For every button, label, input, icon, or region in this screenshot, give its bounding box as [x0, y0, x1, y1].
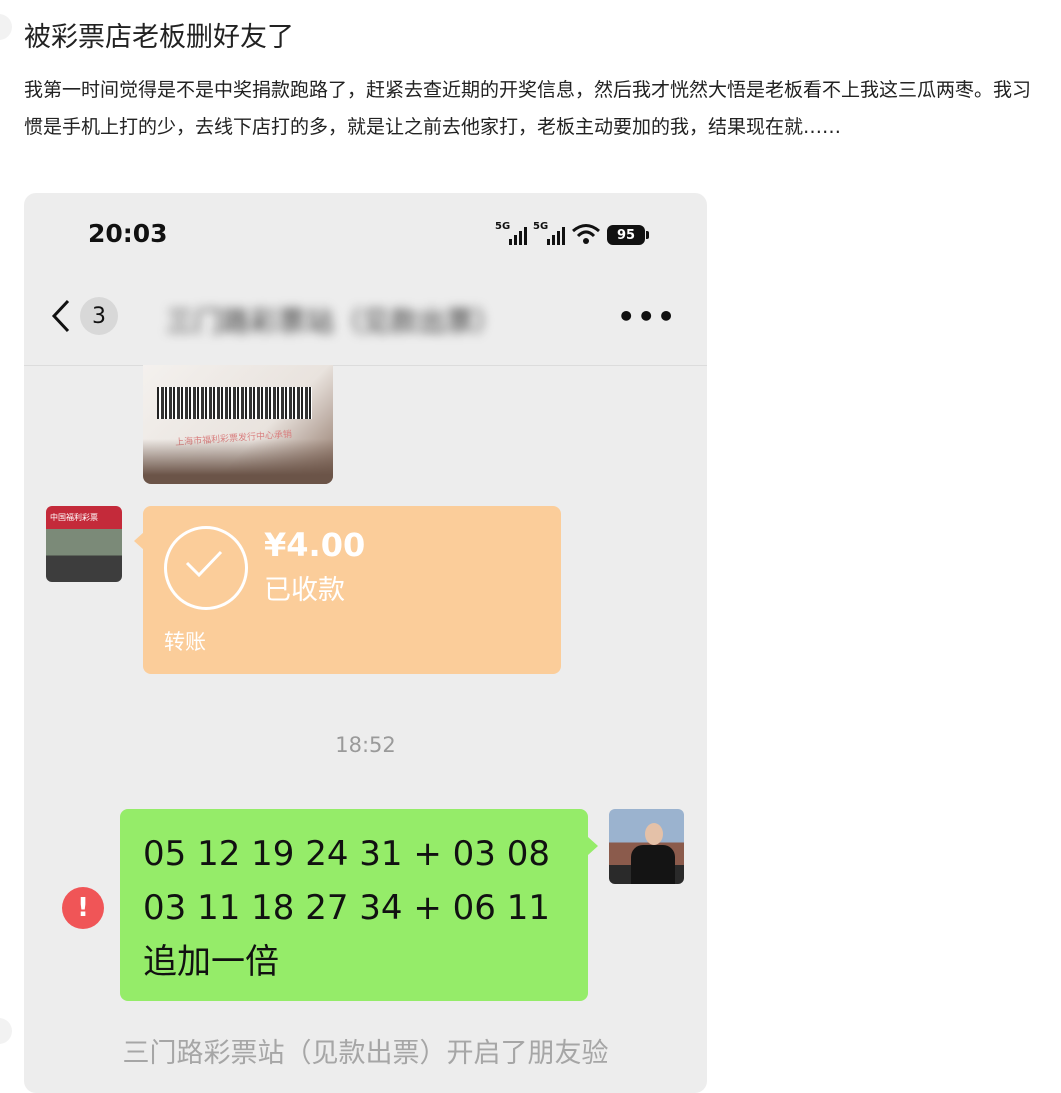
status-time: 20:03: [88, 219, 168, 248]
my-message-text: 05 12 19 24 31 + 03 08 03 11 18 27 34 + …: [143, 834, 550, 982]
system-notice: 三门路彩票站（见款出票）开启了朋友验: [122, 1038, 609, 1069]
message-timestamp: 18:52: [335, 733, 396, 757]
transfer-message[interactable]: ¥4.00 已收款 转账: [134, 506, 561, 674]
barcode: [157, 387, 312, 419]
chat-title: 三门路彩票站（见款出票）: [166, 305, 503, 338]
battery-icon: 95: [607, 225, 649, 245]
my-message-bubble[interactable]: 05 12 19 24 31 + 03 08 03 11 18 27 34 + …: [120, 809, 598, 1001]
post-title: 被彩票店老板删好友了: [24, 22, 294, 53]
unread-count-badge: 3: [80, 297, 118, 335]
edge-avatar-fragment-bottom: [0, 1018, 12, 1044]
chat-nav-bar: 3 三门路彩票站（见款出票） •••: [24, 273, 707, 366]
my-avatar[interactable]: [609, 809, 684, 884]
transfer-status: 已收款: [264, 575, 345, 606]
post-body: 我第一时间觉得是不是中奖捐款跑路了，赶紧去查近期的开奖信息，然后我才恍然大悟是老…: [24, 79, 1032, 138]
chat-screenshot: 20:03 5G 5G 95 3 三门路彩票站（见款出票） ••• 中国福利彩票…: [24, 193, 707, 1093]
hand-shadow: [143, 439, 333, 484]
chevron-left-icon: [51, 299, 70, 333]
transfer-amount: ¥4.00: [264, 526, 366, 564]
send-failed-icon[interactable]: !: [62, 887, 104, 929]
shop-avatar[interactable]: 中国福利彩票: [46, 506, 122, 582]
wifi-icon: [572, 224, 600, 244]
edge-avatar-fragment: [0, 14, 12, 40]
lottery-ticket-image[interactable]: 上海市福利彩票发行中心承销: [143, 365, 333, 484]
status-bar: 20:03 5G 5G 95: [24, 193, 707, 273]
signal-icon: 5G: [495, 221, 527, 245]
status-icons: 5G 5G 95: [495, 221, 649, 245]
back-button[interactable]: 3: [50, 297, 118, 335]
signal-icon-2: 5G: [533, 221, 565, 245]
more-options-button[interactable]: •••: [617, 303, 677, 331]
check-icon: [164, 526, 248, 610]
transfer-label: 转账: [164, 630, 206, 654]
